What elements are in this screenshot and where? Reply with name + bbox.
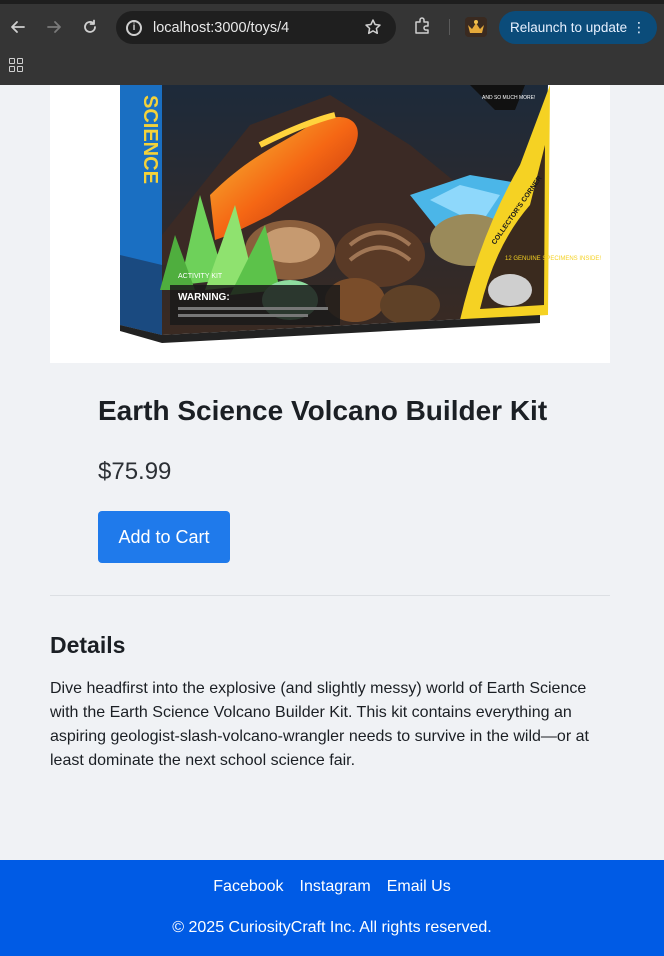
box-badge-text: AND SO MUCH MORE!	[482, 95, 535, 101]
more-menu-icon[interactable]: ⋮	[632, 19, 646, 35]
footer-link-facebook[interactable]: Facebook	[213, 878, 283, 896]
toolbar-separator	[449, 19, 450, 35]
box-spine-text: SCIENCE	[139, 95, 161, 184]
bookmarks-bar	[0, 54, 664, 85]
footer-copyright: © 2025 CuriosityCraft Inc. All rights re…	[172, 919, 492, 936]
box-warning-text: WARNING:	[178, 292, 230, 303]
forward-icon[interactable]	[43, 16, 65, 38]
address-bar[interactable]: i localhost:3000/toys/4	[116, 11, 396, 44]
box-genuine-text: 12 GENUINE SPECIMENS INSIDE!	[505, 256, 601, 262]
back-icon[interactable]	[7, 16, 29, 38]
site-info-icon[interactable]: i	[126, 19, 142, 36]
url-text: localhost:3000/toys/4	[153, 19, 290, 36]
relaunch-label: Relaunch to update	[510, 20, 628, 35]
details-heading: Details	[50, 632, 126, 658]
box-activity-text: ACTIVITY KIT	[178, 273, 223, 280]
apps-grid-icon[interactable]	[9, 58, 23, 72]
reload-icon[interactable]	[79, 16, 101, 38]
footer-links: Facebook Instagram Email Us	[0, 878, 664, 896]
profile-avatar[interactable]	[465, 17, 487, 37]
product-image: SCIENCE 12 GENUINE SPECIMENS INSIDE! COL…	[50, 85, 610, 363]
product-price: $75.99	[98, 458, 172, 485]
details-description: Dive headfirst into the explosive (and s…	[50, 680, 589, 769]
relaunch-button[interactable]: Relaunch to update ⋮	[499, 11, 657, 44]
section-divider	[50, 595, 610, 596]
add-to-cart-button[interactable]: Add to Cart	[98, 511, 230, 563]
site-footer: Facebook Instagram Email Us © 2025 Curio…	[0, 860, 664, 956]
bookmark-star-icon[interactable]	[364, 18, 382, 41]
tab-strip	[0, 0, 664, 4]
footer-link-email[interactable]: Email Us	[387, 878, 451, 896]
product-title: Earth Science Volcano Builder Kit	[98, 395, 548, 426]
extensions-icon[interactable]	[412, 16, 432, 41]
footer-link-instagram[interactable]: Instagram	[300, 878, 371, 896]
page-content: SCIENCE 12 GENUINE SPECIMENS INSIDE! COL…	[0, 85, 664, 956]
